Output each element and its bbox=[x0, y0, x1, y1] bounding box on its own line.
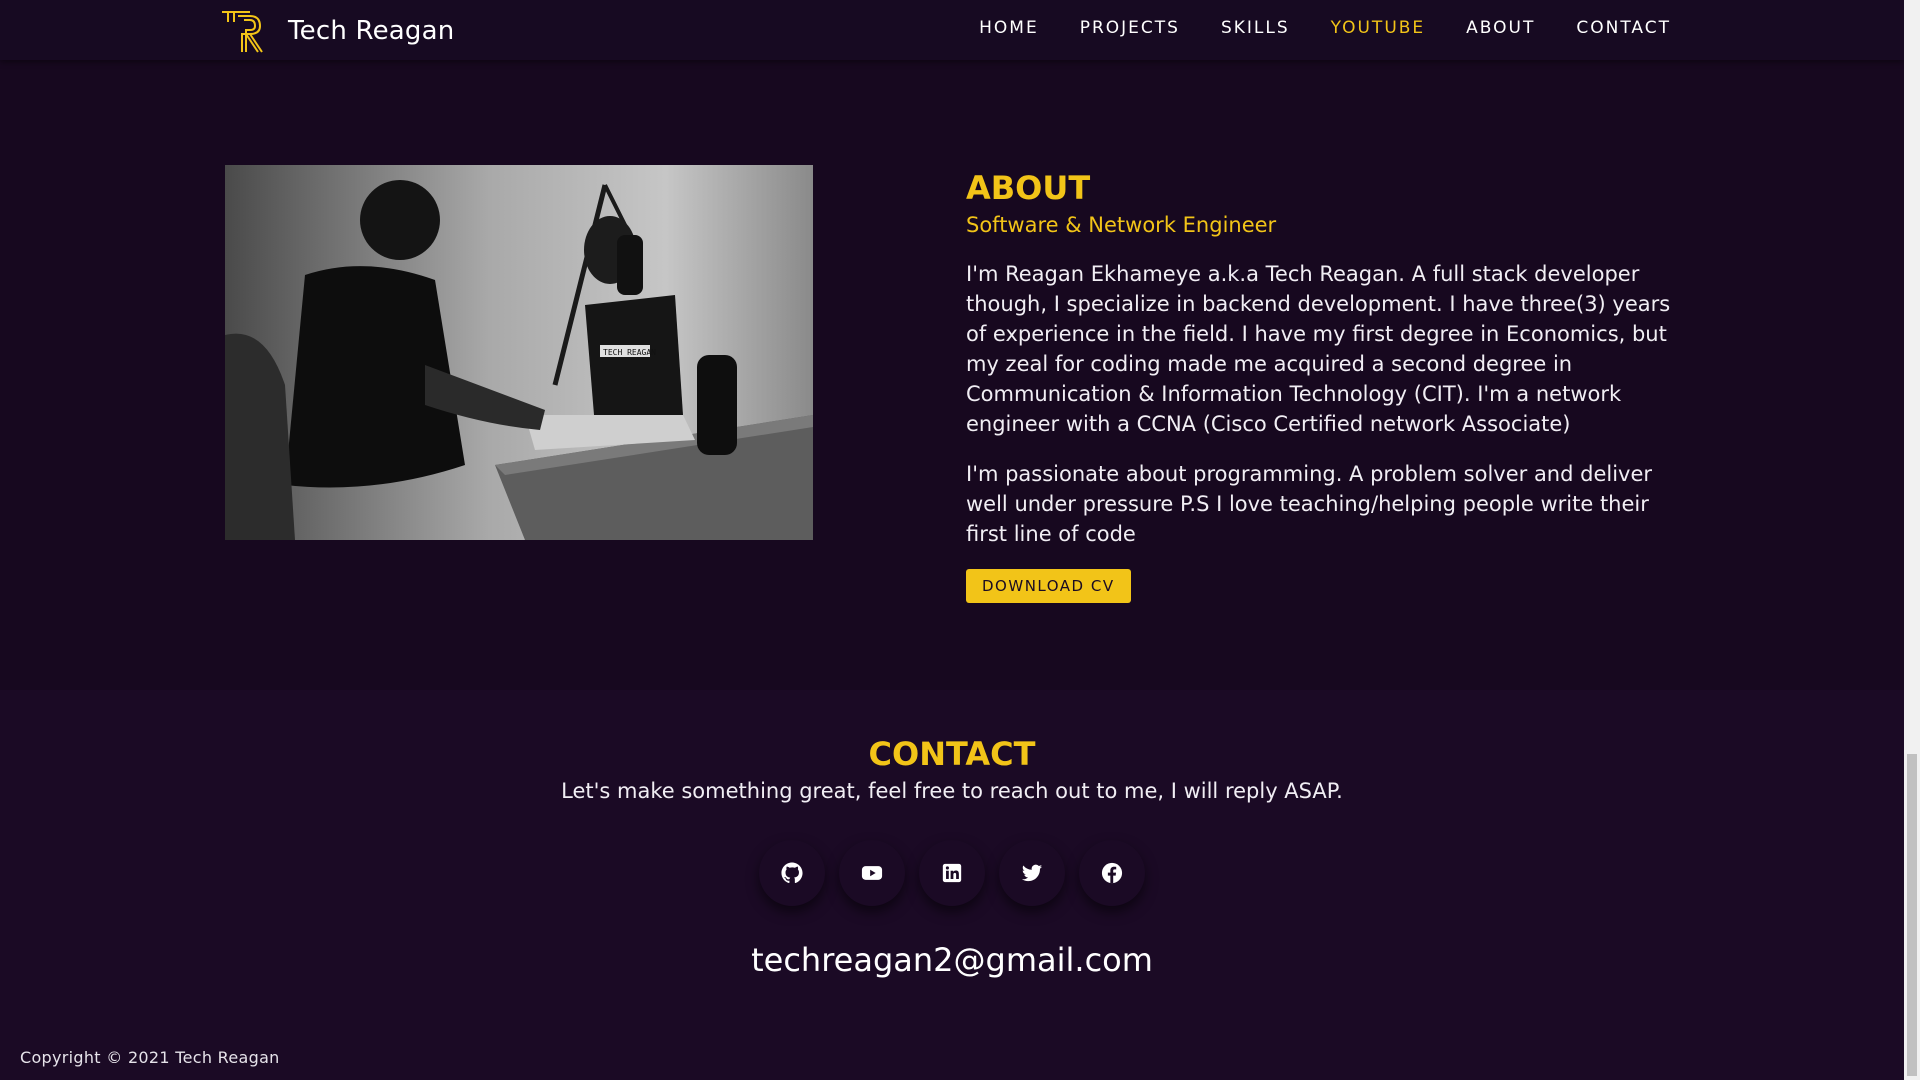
github-icon bbox=[781, 862, 803, 884]
facebook-link[interactable] bbox=[1079, 840, 1145, 906]
contact-email[interactable]: techreagan2@gmail.com bbox=[0, 940, 1904, 980]
download-cv-button[interactable]: DOWNLOAD CV bbox=[966, 569, 1131, 603]
nav-link-youtube[interactable]: YOUTUBE bbox=[1331, 18, 1426, 38]
page-scrollbar[interactable] bbox=[1904, 0, 1920, 1080]
linkedin-link[interactable] bbox=[919, 840, 985, 906]
facebook-icon bbox=[1101, 862, 1123, 884]
brand[interactable]: Tech Reagan bbox=[220, 8, 454, 54]
scrollbar-thumb[interactable] bbox=[1907, 754, 1917, 1076]
about-photo: TECH REAGAN bbox=[225, 165, 813, 540]
about-subtitle: Software & Network Engineer bbox=[966, 213, 1277, 237]
youtube-icon bbox=[861, 866, 883, 880]
contact-section: CONTACT Let's make something great, feel… bbox=[0, 690, 1904, 1080]
tr-monogram-logo-icon bbox=[222, 11, 263, 53]
profile-photo-illustration: TECH REAGAN bbox=[225, 165, 813, 540]
nav-link-about[interactable]: ABOUT bbox=[1466, 18, 1535, 38]
nav-link-contact[interactable]: CONTACT bbox=[1576, 18, 1671, 38]
about-title: ABOUT bbox=[966, 169, 1091, 207]
nav-link-home[interactable]: HOME bbox=[979, 18, 1039, 38]
nav-link-projects[interactable]: PROJECTS bbox=[1080, 18, 1180, 38]
contact-subtitle: Let's make something great, feel free to… bbox=[561, 779, 1343, 803]
photo-screen-text: TECH REAGAN bbox=[603, 348, 656, 357]
linkedin-icon bbox=[942, 863, 962, 883]
social-links bbox=[0, 840, 1904, 906]
twitter-link[interactable] bbox=[999, 840, 1065, 906]
about-text: ABOUT Software & Network Engineer I'm Re… bbox=[966, 168, 1676, 603]
navbar: Tech Reagan HOME PROJECTS SKILLS YOUTUBE… bbox=[0, 0, 1904, 60]
youtube-link[interactable] bbox=[839, 840, 905, 906]
about-paragraph-2: I'm passionate about programming. A prob… bbox=[966, 462, 1653, 546]
contact-title: CONTACT bbox=[868, 735, 1036, 773]
github-link[interactable] bbox=[759, 840, 825, 906]
nav-link-skills[interactable]: SKILLS bbox=[1221, 18, 1290, 38]
about-paragraph-1: I'm Reagan Ekhameye a.k.a Tech Reagan. A… bbox=[966, 262, 1671, 436]
copyright-text: Copyright © 2021 Tech Reagan bbox=[20, 1048, 280, 1067]
about-section: TECH REAGAN ABOUT Software & Network Eng… bbox=[0, 60, 1904, 690]
page: Tech Reagan HOME PROJECTS SKILLS YOUTUBE… bbox=[0, 0, 1920, 1080]
twitter-icon bbox=[1021, 864, 1043, 882]
nav-links: HOME PROJECTS SKILLS YOUTUBE ABOUT CONTA… bbox=[979, 18, 1671, 38]
brand-name[interactable]: Tech Reagan bbox=[288, 16, 454, 46]
